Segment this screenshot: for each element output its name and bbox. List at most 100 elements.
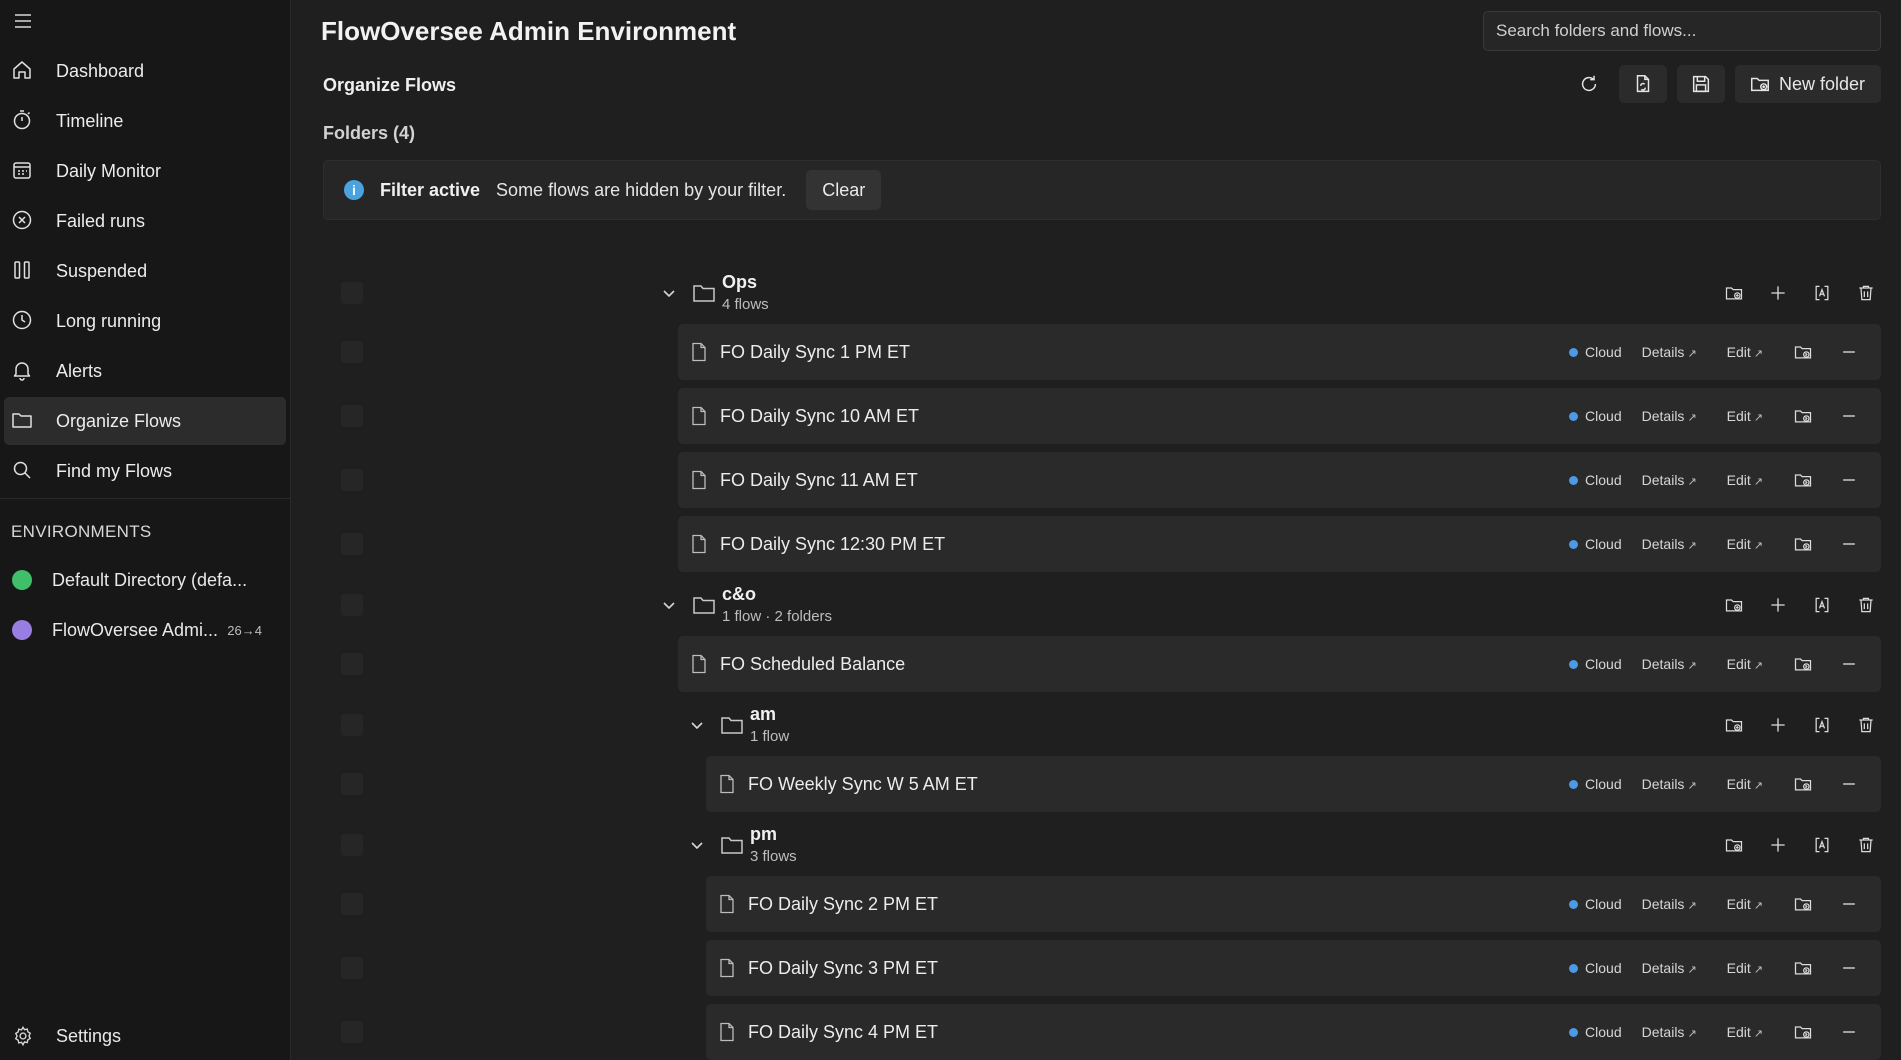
details-link[interactable]: Details ↗ xyxy=(1642,472,1697,488)
row-checkbox[interactable] xyxy=(341,714,363,736)
flow-card[interactable]: FO Daily Sync 3 PM ET Cloud Details ↗ Edit ↗ xyxy=(706,940,1881,996)
edit-link[interactable]: Edit ↗ xyxy=(1727,656,1763,672)
edit-link[interactable]: Edit ↗ xyxy=(1727,960,1763,976)
row-checkbox[interactable] xyxy=(341,594,363,616)
add-subfolder-button[interactable] xyxy=(1719,711,1749,739)
rename-folder-button[interactable] xyxy=(1807,279,1837,307)
add-flow-button[interactable] xyxy=(1763,591,1793,619)
edit-link[interactable]: Edit ↗ xyxy=(1727,536,1763,552)
remove-flow-button[interactable] xyxy=(1833,952,1865,984)
chevron-down-icon[interactable] xyxy=(689,717,705,733)
remove-flow-button[interactable] xyxy=(1833,528,1865,560)
settings-button[interactable]: Settings xyxy=(4,1012,286,1060)
details-link[interactable]: Details ↗ xyxy=(1642,1024,1697,1040)
move-to-folder-button[interactable] xyxy=(1787,648,1819,680)
sidebar-item-daily-monitor[interactable]: Daily Monitor xyxy=(4,147,286,195)
sidebar-item-timeline[interactable]: Timeline xyxy=(4,97,286,145)
flow-card[interactable]: FO Daily Sync 4 PM ET Cloud Details ↗ Edit ↗ xyxy=(706,1004,1881,1060)
row-checkbox[interactable] xyxy=(341,957,363,979)
move-to-folder-button[interactable] xyxy=(1787,464,1819,496)
add-subfolder-button[interactable] xyxy=(1719,279,1749,307)
row-checkbox[interactable] xyxy=(341,834,363,856)
folder-row[interactable]: am 1 flow xyxy=(291,698,1901,752)
remove-flow-button[interactable] xyxy=(1833,888,1865,920)
remove-flow-button[interactable] xyxy=(1833,464,1865,496)
remove-flow-button[interactable] xyxy=(1833,336,1865,368)
details-link[interactable]: Details ↗ xyxy=(1642,536,1697,552)
row-checkbox[interactable] xyxy=(341,1021,363,1043)
edit-link[interactable]: Edit ↗ xyxy=(1727,472,1763,488)
rename-folder-button[interactable] xyxy=(1807,711,1837,739)
chevron-down-icon[interactable] xyxy=(689,837,705,853)
new-folder-button[interactable]: New folder xyxy=(1734,65,1881,103)
import-button[interactable] xyxy=(1618,65,1667,103)
remove-flow-button[interactable] xyxy=(1833,400,1865,432)
folder-row[interactable]: Ops 4 flows xyxy=(291,266,1901,320)
add-flow-button[interactable] xyxy=(1763,711,1793,739)
add-flow-button[interactable] xyxy=(1763,279,1793,307)
hamburger-menu-icon[interactable] xyxy=(12,10,34,32)
details-link[interactable]: Details ↗ xyxy=(1642,344,1697,360)
environment-item[interactable]: Default Directory (defa... xyxy=(0,556,290,604)
delete-folder-button[interactable] xyxy=(1851,831,1881,859)
flow-card[interactable]: FO Weekly Sync W 5 AM ET Cloud Details ↗ Edi… xyxy=(706,756,1881,812)
move-to-folder-button[interactable] xyxy=(1787,336,1819,368)
row-checkbox[interactable] xyxy=(341,282,363,304)
chevron-down-icon[interactable] xyxy=(661,285,677,301)
folder-row[interactable]: c&o 1 flow · 2 folders xyxy=(291,578,1901,632)
remove-flow-button[interactable] xyxy=(1833,768,1865,800)
move-to-folder-button[interactable] xyxy=(1787,528,1819,560)
folder-row[interactable]: pm 3 flows xyxy=(291,818,1901,872)
row-checkbox[interactable] xyxy=(341,773,363,795)
flow-card[interactable]: FO Scheduled Balance Cloud Details ↗ Edit ↗ xyxy=(678,636,1881,692)
delete-folder-button[interactable] xyxy=(1851,279,1881,307)
move-to-folder-button[interactable] xyxy=(1787,400,1819,432)
edit-link[interactable]: Edit ↗ xyxy=(1727,896,1763,912)
delete-folder-button[interactable] xyxy=(1851,591,1881,619)
details-link[interactable]: Details ↗ xyxy=(1642,776,1697,792)
flow-card[interactable]: FO Daily Sync 11 AM ET Cloud Details ↗ Edit ↗ xyxy=(678,452,1881,508)
move-to-folder-button[interactable] xyxy=(1787,888,1819,920)
delete-folder-button[interactable] xyxy=(1851,711,1881,739)
sidebar-item-suspended[interactable]: Suspended xyxy=(4,247,286,295)
sidebar-item-failed-runs[interactable]: Failed runs xyxy=(4,197,286,245)
move-to-folder-button[interactable] xyxy=(1787,1016,1819,1048)
sidebar-item-organize-flows[interactable]: Organize Flows xyxy=(4,397,286,445)
edit-link[interactable]: Edit ↗ xyxy=(1727,1024,1763,1040)
row-checkbox[interactable] xyxy=(341,405,363,427)
clear-filter-button[interactable]: Clear xyxy=(806,170,882,210)
sidebar-item-long-running[interactable]: Long running xyxy=(4,297,286,345)
flow-card[interactable]: FO Daily Sync 12:30 PM ET Cloud Details ↗ Ed… xyxy=(678,516,1881,572)
sidebar-item-alerts[interactable]: Alerts xyxy=(4,347,286,395)
move-to-folder-button[interactable] xyxy=(1787,952,1819,984)
edit-link[interactable]: Edit ↗ xyxy=(1727,408,1763,424)
rename-folder-button[interactable] xyxy=(1807,831,1837,859)
edit-link[interactable]: Edit ↗ xyxy=(1727,776,1763,792)
row-checkbox[interactable] xyxy=(341,341,363,363)
add-flow-button[interactable] xyxy=(1763,831,1793,859)
flow-card[interactable]: FO Daily Sync 1 PM ET Cloud Details ↗ Edit ↗ xyxy=(678,324,1881,380)
flow-card[interactable]: FO Daily Sync 10 AM ET Cloud Details ↗ Edit ↗ xyxy=(678,388,1881,444)
remove-flow-button[interactable] xyxy=(1833,648,1865,680)
remove-flow-button[interactable] xyxy=(1833,1016,1865,1048)
sidebar-item-dashboard[interactable]: Dashboard xyxy=(4,47,286,95)
row-checkbox[interactable] xyxy=(341,893,363,915)
add-subfolder-button[interactable] xyxy=(1719,831,1749,859)
refresh-button[interactable] xyxy=(1569,65,1609,103)
chevron-down-icon[interactable] xyxy=(661,597,677,613)
row-checkbox[interactable] xyxy=(341,653,363,675)
row-checkbox[interactable] xyxy=(341,469,363,491)
row-checkbox[interactable] xyxy=(341,533,363,555)
search-input[interactable] xyxy=(1483,11,1881,51)
add-subfolder-button[interactable] xyxy=(1719,591,1749,619)
details-link[interactable]: Details ↗ xyxy=(1642,896,1697,912)
save-button[interactable] xyxy=(1676,65,1725,103)
details-link[interactable]: Details ↗ xyxy=(1642,656,1697,672)
flow-card[interactable]: FO Daily Sync 2 PM ET Cloud Details ↗ Edit ↗ xyxy=(706,876,1881,932)
details-link[interactable]: Details ↗ xyxy=(1642,408,1697,424)
edit-link[interactable]: Edit ↗ xyxy=(1727,344,1763,360)
rename-folder-button[interactable] xyxy=(1807,591,1837,619)
sidebar-item-find-my-flows[interactable]: Find my Flows xyxy=(4,447,286,495)
details-link[interactable]: Details ↗ xyxy=(1642,960,1697,976)
move-to-folder-button[interactable] xyxy=(1787,768,1819,800)
